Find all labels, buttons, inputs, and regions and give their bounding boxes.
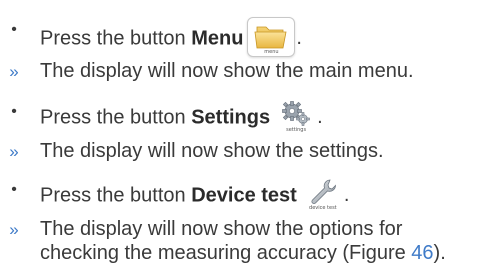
folder-icon: menu bbox=[247, 17, 296, 57]
icon-caption: menu bbox=[264, 49, 279, 55]
step-suffix: . bbox=[296, 27, 302, 50]
instruction-step-device-test: • Press the button Device test device te… bbox=[0, 170, 492, 212]
icon-caption: device test bbox=[309, 205, 337, 211]
step-prefix: Press the button bbox=[40, 106, 192, 129]
result-text: The display will now show the main menu. bbox=[40, 60, 414, 82]
result-step-settings: » The display will now show the settings… bbox=[0, 140, 492, 164]
gears-icon: settings bbox=[276, 98, 317, 134]
result-step-device-test: » The display will now show the options … bbox=[0, 218, 492, 266]
step-suffix: . bbox=[343, 184, 350, 207]
step-text: Press the button Device test device test… bbox=[40, 176, 350, 214]
result-text-line-1: The display will now show the options fo… bbox=[40, 218, 403, 240]
result-text: The display will now show the settings. bbox=[40, 140, 384, 162]
instruction-step-settings: • Press the button Settings settings . bbox=[0, 92, 492, 134]
step-suffix: . bbox=[317, 106, 323, 129]
result-text-line-2: checking the measuring accuracy (Figure … bbox=[40, 242, 446, 264]
result-text-after-link: ). bbox=[433, 242, 446, 264]
step-prefix: Press the button bbox=[40, 27, 192, 50]
bullet-marker: • bbox=[11, 181, 17, 198]
icon-caption: settings bbox=[286, 127, 307, 133]
button-name-menu: Menu bbox=[191, 27, 244, 50]
button-name-settings: Settings bbox=[191, 106, 271, 129]
result-marker: » bbox=[9, 62, 19, 81]
step-text: Press the button Settings settings . bbox=[40, 98, 323, 136]
result-step-main-menu: » The display will now show the main men… bbox=[0, 60, 492, 84]
result-marker: » bbox=[9, 142, 19, 161]
button-name-device-test: Device test bbox=[191, 184, 297, 207]
figure-link[interactable]: 46 bbox=[411, 242, 433, 264]
wrench-icon: device test bbox=[302, 176, 343, 212]
result-text-before-link: checking the measuring accuracy (Figure bbox=[40, 242, 412, 264]
bullet-marker: • bbox=[11, 103, 17, 120]
result-marker: » bbox=[9, 220, 19, 239]
step-text: Press the button Menu menu . bbox=[40, 17, 302, 59]
bullet-marker: • bbox=[11, 21, 17, 38]
step-prefix: Press the button bbox=[40, 184, 192, 207]
instruction-step-menu: • Press the button Menu menu . bbox=[0, 10, 492, 57]
